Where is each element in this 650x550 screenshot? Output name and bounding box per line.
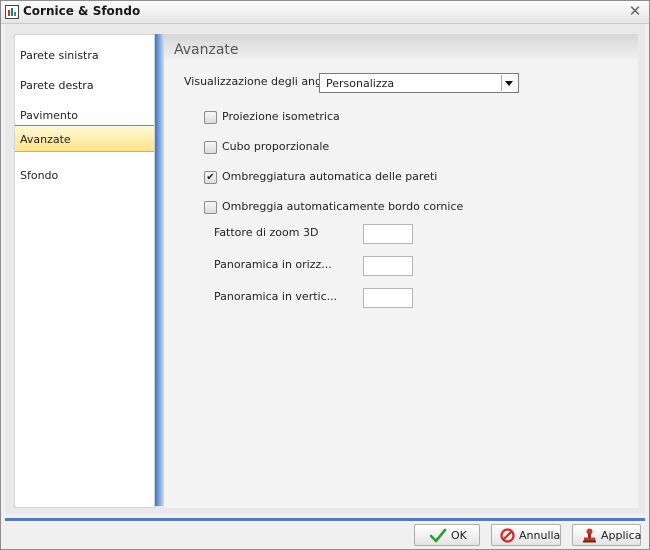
ok-button[interactable]: OK bbox=[414, 524, 480, 546]
apply-button-label: Applica bbox=[601, 529, 642, 542]
sidebar-item-parete-destra[interactable]: Parete destra bbox=[15, 72, 154, 99]
corners-dropdown-value: Personalizza bbox=[326, 77, 395, 90]
no-entry-icon bbox=[500, 528, 515, 543]
proportional-cube-checkbox[interactable] bbox=[204, 141, 217, 154]
footer-accent-line bbox=[5, 518, 645, 521]
sidebar-item-parete-sinistra[interactable]: Parete sinistra bbox=[15, 42, 154, 69]
sidebar-nav: Parete sinistra Parete destra Pavimento … bbox=[14, 34, 155, 508]
title-bar: Cornice & Sfondo ✕ bbox=[1, 1, 649, 24]
auto-frame-border-shading-label: Ombreggia automaticamente bordo cornice bbox=[222, 200, 464, 213]
dialog-footer: OK Annulla Applica bbox=[1, 515, 649, 549]
ok-button-label: OK bbox=[451, 529, 467, 542]
horizontal-pan-label: Panoramica in orizz... bbox=[214, 258, 332, 271]
zoom-factor-input[interactable] bbox=[363, 224, 413, 244]
horizontal-pan-input[interactable] bbox=[363, 256, 413, 276]
isometric-projection-checkbox[interactable] bbox=[204, 111, 217, 124]
dialog-body: Parete sinistra Parete destra Pavimento … bbox=[5, 24, 645, 514]
corners-dropdown[interactable]: Personalizza bbox=[319, 73, 519, 93]
proportional-cube-label: Cubo proporzionale bbox=[222, 140, 330, 153]
section-header: Avanzate bbox=[164, 34, 638, 62]
corners-label: Visualizzazione degli angoli bbox=[184, 75, 335, 88]
dialog-window: Cornice & Sfondo ✕ Parete sinistra Paret… bbox=[0, 0, 650, 550]
close-icon[interactable]: ✕ bbox=[627, 3, 643, 19]
chart-app-icon bbox=[5, 5, 19, 19]
window-title: Cornice & Sfondo bbox=[23, 4, 141, 18]
apply-button[interactable]: Applica bbox=[572, 524, 641, 546]
zoom-factor-label: Fattore di zoom 3D bbox=[214, 226, 319, 239]
auto-wall-shading-checkbox[interactable]: ✔ bbox=[204, 171, 217, 184]
auto-wall-shading-label: Ombreggiatura automatica delle pareti bbox=[222, 170, 438, 183]
vertical-pan-input[interactable] bbox=[363, 288, 413, 308]
chevron-down-icon[interactable] bbox=[501, 75, 517, 91]
sidebar-item-sfondo[interactable]: Sfondo bbox=[15, 162, 154, 189]
cancel-button-label: Annulla bbox=[519, 529, 561, 542]
auto-frame-border-shading-checkbox[interactable] bbox=[204, 201, 217, 214]
section-title: Avanzate bbox=[174, 42, 239, 58]
settings-panel: Avanzate Visualizzazione degli angoli Pe… bbox=[164, 34, 638, 508]
isometric-projection-label: Proiezione isometrica bbox=[222, 110, 340, 123]
sidebar-item-avanzate[interactable]: Avanzate bbox=[15, 125, 154, 152]
vertical-pan-label: Panoramica in vertic... bbox=[214, 290, 338, 303]
cancel-button[interactable]: Annulla bbox=[491, 524, 561, 546]
checkmark-icon bbox=[429, 528, 447, 543]
stamp-icon bbox=[583, 528, 596, 543]
